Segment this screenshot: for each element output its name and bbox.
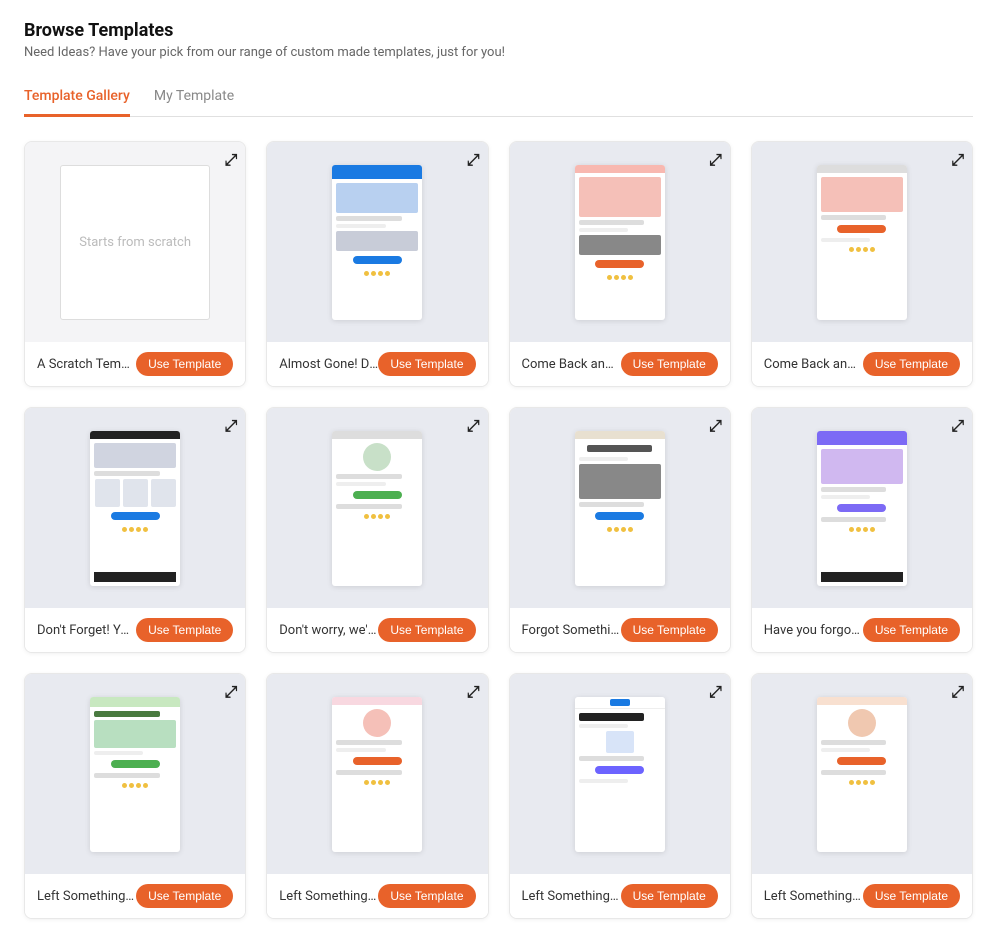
template-footer: Come Back and Sav... Use Template [510, 342, 730, 386]
scratch-preview: Starts from scratch [60, 165, 210, 320]
tab-my-template[interactable]: My Template [154, 80, 234, 117]
template-grid: Starts from scratch ⤢ A Scratch Template… [24, 141, 973, 919]
template-footer: Don't worry, we've g... Use Template [267, 608, 487, 652]
use-template-button[interactable]: Use Template [378, 618, 475, 642]
template-card: ⤢ Don't worry, we've g... Use Template [266, 407, 488, 653]
use-template-button[interactable]: Use Template [621, 352, 718, 376]
use-template-button[interactable]: Use Template [863, 352, 960, 376]
template-name: Come Back and Sav... [522, 357, 621, 372]
use-template-button[interactable]: Use Template [136, 884, 233, 908]
expand-icon[interactable]: ⤢ [951, 682, 964, 702]
expand-icon[interactable]: ⤢ [224, 150, 237, 170]
use-template-button[interactable]: Use Template [621, 618, 718, 642]
template-footer: A Scratch Template Use Template [25, 342, 245, 386]
use-template-button[interactable]: Use Template [136, 618, 233, 642]
template-preview: ⤢ [510, 674, 730, 874]
template-card: ⤢ Don't Forget! Your It... Use Template [24, 407, 246, 653]
template-preview: ⤢ [267, 408, 487, 608]
page-title: Browse Templates [24, 20, 973, 41]
expand-icon[interactable]: ⤢ [709, 682, 722, 702]
use-template-button[interactable]: Use Template [378, 352, 475, 376]
expand-icon[interactable]: ⤢ [467, 682, 480, 702]
template-name: Almost Gone! Don't ... [279, 357, 378, 372]
use-template-button[interactable]: Use Template [863, 884, 960, 908]
template-card: ⤢ Left Something Behi... Use Template [24, 673, 246, 919]
template-preview: ⤢ [752, 674, 972, 874]
expand-icon[interactable]: ⤢ [709, 416, 722, 436]
template-preview: ⤢ [510, 142, 730, 342]
template-name: A Scratch Template [37, 357, 136, 372]
template-footer: Come Back and Sav... Use Template [752, 342, 972, 386]
template-name: Left Something Behi... [764, 889, 863, 904]
expand-icon[interactable]: ⤢ [951, 416, 964, 436]
use-template-button[interactable]: Use Template [136, 352, 233, 376]
template-name: Don't Forget! Your It... [37, 623, 136, 638]
template-preview: ⤢ [267, 674, 487, 874]
expand-icon[interactable]: ⤢ [709, 150, 722, 170]
use-template-button[interactable]: Use Template [621, 884, 718, 908]
template-card: ⤢ Forgot Something? Use Template [509, 407, 731, 653]
template-footer: Have you forgotten ... Use Template [752, 608, 972, 652]
expand-icon[interactable]: ⤢ [951, 150, 964, 170]
template-card: ⤢ Left Something Behi... Use Template [266, 673, 488, 919]
template-name: Don't worry, we've g... [279, 623, 378, 638]
expand-icon[interactable]: ⤢ [224, 682, 237, 702]
template-footer: Left Something Behi... Use Template [510, 874, 730, 918]
template-name: Left Something Behi... [37, 889, 136, 904]
template-name: Forgot Something? [522, 623, 621, 638]
page-subtitle: Need Ideas? Have your pick from our rang… [24, 45, 973, 60]
expand-icon[interactable]: ⤢ [224, 416, 237, 436]
template-card: ⤢ Have you forgotten ... Use Template [751, 407, 973, 653]
template-card: ⤢ Left Something Behi... Use Template [509, 673, 731, 919]
template-card: Starts from scratch ⤢ A Scratch Template… [24, 141, 246, 387]
tab-bar: Template Gallery My Template [24, 80, 973, 117]
template-preview: ⤢ [25, 674, 245, 874]
template-preview: ⤢ [510, 408, 730, 608]
template-preview: ⤢ [752, 408, 972, 608]
use-template-button[interactable]: Use Template [378, 884, 475, 908]
template-footer: Don't Forget! Your It... Use Template [25, 608, 245, 652]
template-footer: Left Something Behi... Use Template [25, 874, 245, 918]
template-footer: Left Something Behi... Use Template [752, 874, 972, 918]
template-name: Have you forgotten ... [764, 623, 863, 638]
template-preview: ⤢ [752, 142, 972, 342]
template-footer: Left Something Behi... Use Template [267, 874, 487, 918]
template-preview: Starts from scratch ⤢ [25, 142, 245, 342]
template-card: ⤢ Left Something Behi... Use Template [751, 673, 973, 919]
template-card: ⤢ Come Back and Sav... Use Template [509, 141, 731, 387]
template-card: ⤢ Almost Gone! Don't ... Use Template [266, 141, 488, 387]
template-name: Left Something Behi... [522, 889, 621, 904]
template-preview: ⤢ [25, 408, 245, 608]
template-name: Come Back and Sav... [764, 357, 863, 372]
template-card: ⤢ Come Back and Sav... Use Template [751, 141, 973, 387]
template-name: Left Something Behi... [279, 889, 378, 904]
template-footer: Forgot Something? Use Template [510, 608, 730, 652]
template-preview: ⤢ [267, 142, 487, 342]
tab-template-gallery[interactable]: Template Gallery [24, 80, 130, 117]
use-template-button[interactable]: Use Template [863, 618, 960, 642]
template-footer: Almost Gone! Don't ... Use Template [267, 342, 487, 386]
expand-icon[interactable]: ⤢ [467, 416, 480, 436]
expand-icon[interactable]: ⤢ [467, 150, 480, 170]
